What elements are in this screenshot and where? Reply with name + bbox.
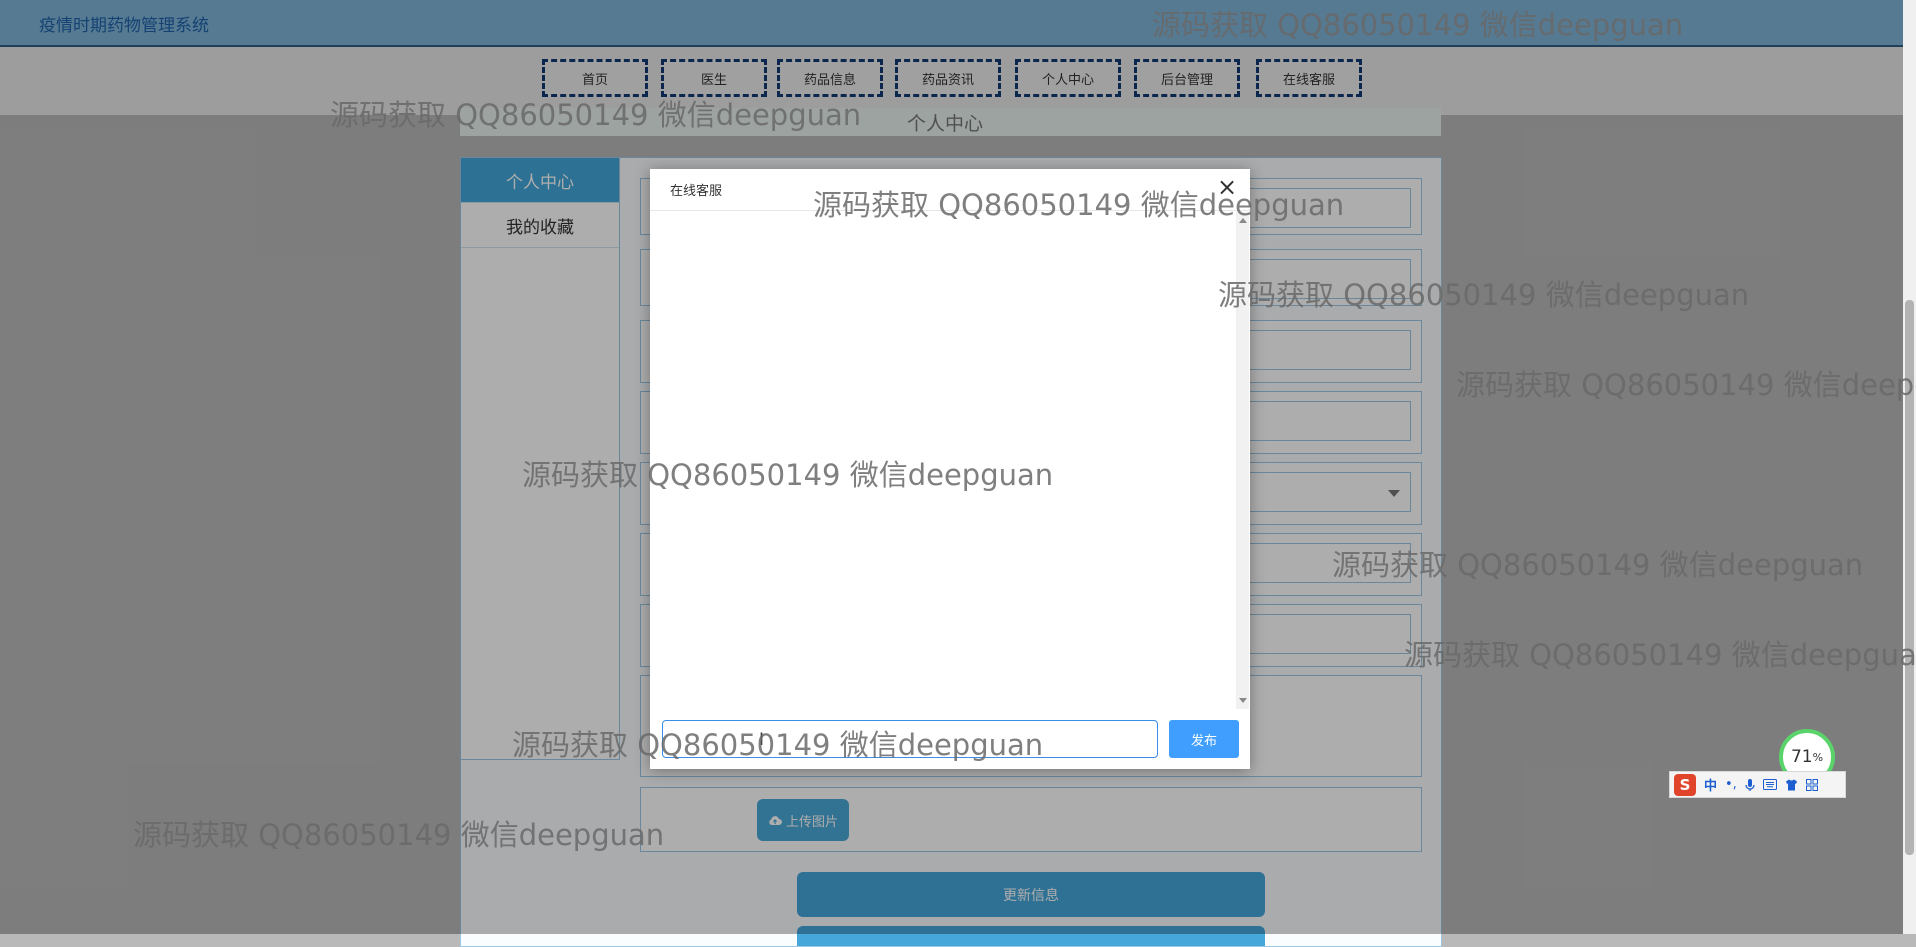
ime-language-toggle[interactable]: 中 [1704,775,1717,794]
microphone-icon[interactable] [1745,778,1755,792]
dialog-title: 在线客服 [670,184,723,199]
watermark-text: 源码获取 QQ86050149 微信deepguan [1404,638,1916,672]
watermark-text: 源码获取 QQ86050149 微信deepguan [133,818,665,852]
performance-value: 71 [1790,747,1813,767]
scroll-down-icon[interactable] [1239,698,1247,703]
watermark-text: 源码获取 QQ86050149 微信deepguan [512,728,1044,762]
watermark-text: 源码获取 QQ86050149 微信deepguan [1332,548,1864,582]
ime-toolbar[interactable]: S 中 •, [1669,771,1846,798]
sogou-logo-icon[interactable]: S [1674,773,1696,796]
skin-shirt-icon[interactable] [1785,779,1798,791]
publish-button[interactable]: 发布 [1169,720,1239,758]
performance-unit: % [1812,750,1824,764]
watermark-text: 源码获取 QQ86050149 微信deepguan [1152,8,1684,42]
watermark-text: 源码获取 QQ86050149 微信deepguan [813,188,1345,222]
watermark-text: 源码获取 QQ86050149 微信deepguan [522,458,1054,492]
keyboard-icon[interactable] [1762,779,1777,790]
toolbox-grid-icon[interactable] [1805,778,1818,791]
watermark-text: 源码获取 QQ86050149 微信deepguan [1218,278,1750,312]
watermark-text: 源码获取 QQ86050149 微信deepguan [1456,368,1916,402]
watermark-text: 源码获取 QQ86050149 微信deepguan [330,98,862,132]
ime-punctuation-toggle[interactable]: •, [1725,777,1737,792]
